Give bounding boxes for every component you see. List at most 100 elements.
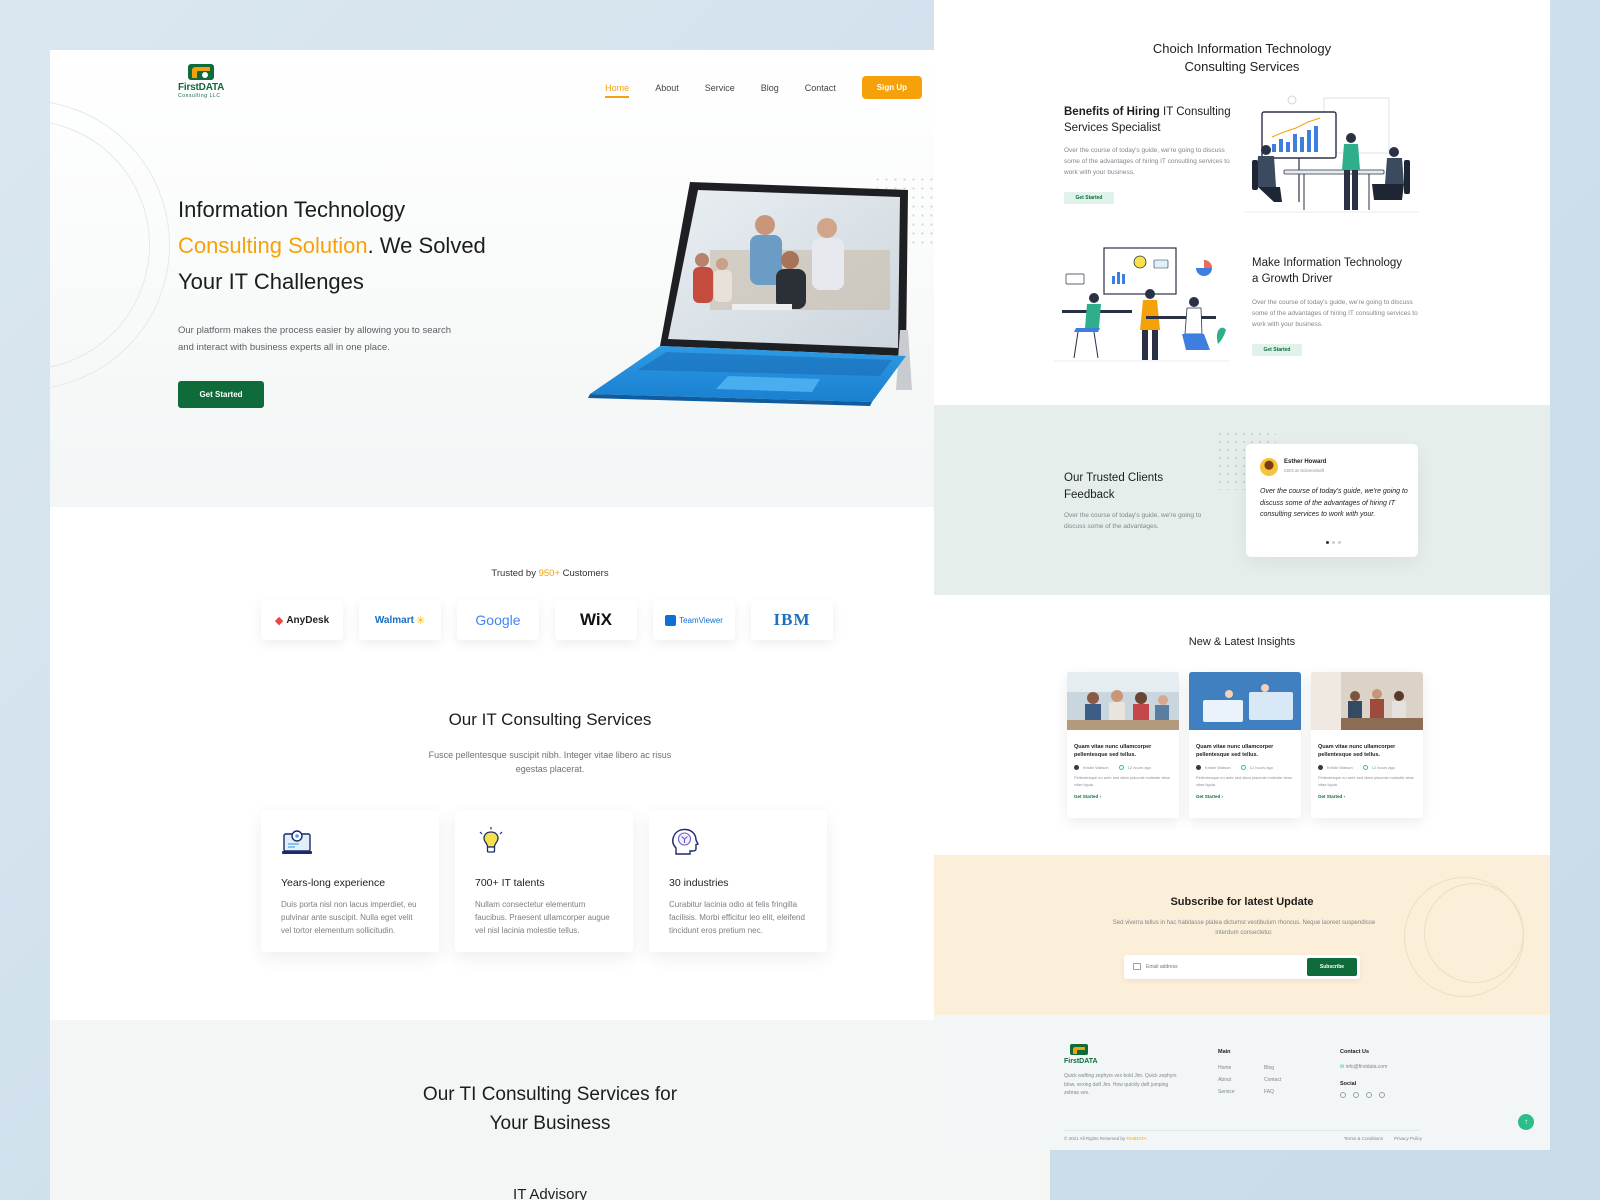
insights-title: New & Latest Insights <box>1188 636 1296 648</box>
scroll-to-top-button[interactable]: ↑ <box>1518 1114 1534 1130</box>
carousel-pager <box>1326 541 1341 544</box>
email-input[interactable] <box>1146 960 1296 974</box>
service-card[interactable]: 700+ IT talents Nullam consectetur eleme… <box>455 810 633 952</box>
insight-get-started-link[interactable]: Get Started › <box>1318 794 1416 799</box>
clock-icon <box>1362 765 1368 770</box>
consulting-services-title: Choich Information Technology Consulting… <box>934 40 1550 76</box>
footer-description: Quick wafting zephyrs vex bold Jim. Quic… <box>1064 1073 1177 1096</box>
footer-contact-heading: Contact Us <box>1340 1049 1370 1055</box>
teamviewer-label: TeamViewer <box>679 615 723 625</box>
service-card-text: Nullam consectetur elementum faucibus. P… <box>475 900 610 935</box>
walmart-label: Walmart <box>374 614 414 626</box>
wix-logo[interactable]: WiX <box>555 600 637 640</box>
service-card-title: Years-long experience <box>281 877 386 889</box>
footer-main-heading: Main <box>1218 1049 1231 1055</box>
insight-text: Pellentesque eu ante sed diam placerat m… <box>1318 775 1414 787</box>
google-logo[interactable]: Google <box>457 600 539 640</box>
insight-author: Kristin Watson <box>1083 765 1109 770</box>
service-card[interactable]: 30 industries Curabitur lacinia odio at … <box>649 810 827 952</box>
feature-growth-title: Make Information Technology a Growth Dri… <box>1252 255 1402 287</box>
footer-copyright: © 2021 All Rights Reserved by FirstDATA <box>1064 1136 1146 1141</box>
carousel-dot[interactable] <box>1338 541 1341 544</box>
get-started-button[interactable]: Get Started <box>178 381 264 408</box>
dribbble-icon[interactable] <box>1379 1092 1385 1098</box>
insight-author: Kristin Watson <box>1205 765 1231 770</box>
instagram-icon[interactable] <box>1353 1092 1359 1098</box>
footer-email[interactable]: ✉ info@firstdata.com <box>1340 1064 1387 1070</box>
footer-link-faq[interactable]: FAQ <box>1264 1089 1274 1095</box>
footer-link-about[interactable]: About <box>1218 1077 1231 1083</box>
ibm-logo[interactable]: IBM <box>751 600 833 640</box>
insight-time: 12 hours ago <box>1371 765 1395 770</box>
brand-tagline: Consulting LLC <box>178 93 221 99</box>
trusted-suffix: Customers <box>560 568 609 579</box>
brand-logo[interactable]: FirstDATA Consulting LLC <box>178 64 238 100</box>
walmart-logo[interactable]: Walmart ✳ <box>359 600 441 640</box>
teamviewer-icon <box>665 614 677 626</box>
insight-card[interactable]: Quam vitae nunc ullamcorper pellentesque… <box>1311 672 1423 818</box>
author-avatar <box>1318 765 1323 770</box>
service-card-title: 30 industries <box>669 877 729 889</box>
sign-up-button[interactable]: Sign Up <box>861 76 922 99</box>
mail-icon: ✉ <box>1340 1064 1345 1070</box>
service-card-text: Duis porta nisl non lacus imperdiet, eu … <box>281 900 417 935</box>
feature-benefits-title-line2: Services Specialist <box>1064 122 1161 134</box>
author-avatar <box>1074 765 1079 770</box>
footer-privacy-link[interactable]: Privacy Policy <box>1394 1136 1422 1141</box>
insight-card[interactable]: Quam vitae nunc ullamcorper pellentesque… <box>1189 672 1301 818</box>
insight-text: Pellentesque eu ante sed diam placerat m… <box>1074 775 1170 787</box>
lightbulb-icon <box>479 827 503 853</box>
subscribe-title: Subscribe for latest Update <box>1170 896 1314 908</box>
feature-benefits-text: Over the course of today's guide, we're … <box>1064 147 1230 176</box>
feature-benefits-get-started-button[interactable]: Get Started <box>1064 192 1114 204</box>
google-label: Google <box>475 612 521 628</box>
insight-meta: Kristin Watson 12 hours ago <box>1074 765 1172 770</box>
ibm-label: IBM <box>773 610 811 629</box>
feature-growth-text: Over the course of today's guide, we're … <box>1252 299 1418 328</box>
insight-get-started-link[interactable]: Get Started › <box>1196 794 1294 799</box>
teamviewer-logo[interactable]: TeamViewer <box>653 600 735 640</box>
footer-link-service[interactable]: Service <box>1218 1089 1235 1095</box>
footer-divider <box>1064 1130 1420 1131</box>
main-nav: Home About Service Blog Contact Sign Up <box>605 76 922 99</box>
service-card[interactable]: Years-long experience Duis porta nisl no… <box>261 810 439 952</box>
social-links <box>1340 1092 1385 1098</box>
feature-growth-get-started-button[interactable]: Get Started <box>1252 344 1302 356</box>
insight-title: Quam vitae nunc ullamcorper pellentesque… <box>1196 744 1274 758</box>
feature-growth-title-line2: a Growth Driver <box>1252 273 1333 285</box>
copyright-text: © 2021 All Rights Reserved by <box>1064 1136 1127 1141</box>
trusted-prefix: Trusted by <box>491 568 539 579</box>
nav-service[interactable]: Service <box>705 83 735 93</box>
footer-logo[interactable]: FirstDATA <box>1064 1044 1104 1068</box>
insight-get-started-label: Get Started <box>1074 794 1099 799</box>
clock-icon <box>1240 765 1246 770</box>
linkedin-icon[interactable] <box>1366 1092 1372 1098</box>
footer-terms-link[interactable]: Terms & Conditions <box>1344 1136 1383 1141</box>
nav-contact[interactable]: Contact <box>805 83 836 93</box>
insight-get-started-link[interactable]: Get Started › <box>1074 794 1172 799</box>
insight-time: 12 hours ago <box>1249 765 1273 770</box>
facebook-icon[interactable] <box>1340 1092 1346 1098</box>
services-subtitle: Fusce pellentesque suscipit nibh. Intege… <box>428 750 672 774</box>
footer-brand-name: FirstDATA <box>1064 1058 1098 1065</box>
footer-link-home[interactable]: Home <box>1218 1065 1231 1071</box>
footer-link-blog[interactable]: Blog <box>1264 1065 1274 1071</box>
business-services-title: Our TI Consulting Services for Your Busi… <box>50 1080 1050 1138</box>
carousel-dot[interactable] <box>1326 541 1329 544</box>
carousel-dot[interactable] <box>1332 541 1335 544</box>
footer-email-text: info@firstdata.com <box>1345 1064 1388 1070</box>
subscribe-description: Sed viverra tellus in hac habitasse plat… <box>1112 920 1376 936</box>
anydesk-logo[interactable]: ◆ AnyDesk <box>261 600 343 640</box>
footer-link-contact[interactable]: Contact <box>1264 1077 1281 1083</box>
nav-about[interactable]: About <box>655 83 679 93</box>
landing-page-main: FirstDATA Consulting LLC Home About Serv… <box>50 50 1050 1200</box>
insight-time: 12 hours ago <box>1127 765 1151 770</box>
walmart-spark-icon: ✳ <box>415 614 426 627</box>
insight-card[interactable]: Quam vitae nunc ullamcorper pellentesque… <box>1067 672 1179 818</box>
trusted-count: 950+ <box>538 568 560 579</box>
wix-label: WiX <box>580 610 612 629</box>
consulting-title-line2: Consulting Services <box>1184 59 1300 74</box>
nav-blog[interactable]: Blog <box>761 83 779 93</box>
subscribe-button[interactable]: Subscribe <box>1307 958 1357 976</box>
nav-home[interactable]: Home <box>605 83 630 98</box>
